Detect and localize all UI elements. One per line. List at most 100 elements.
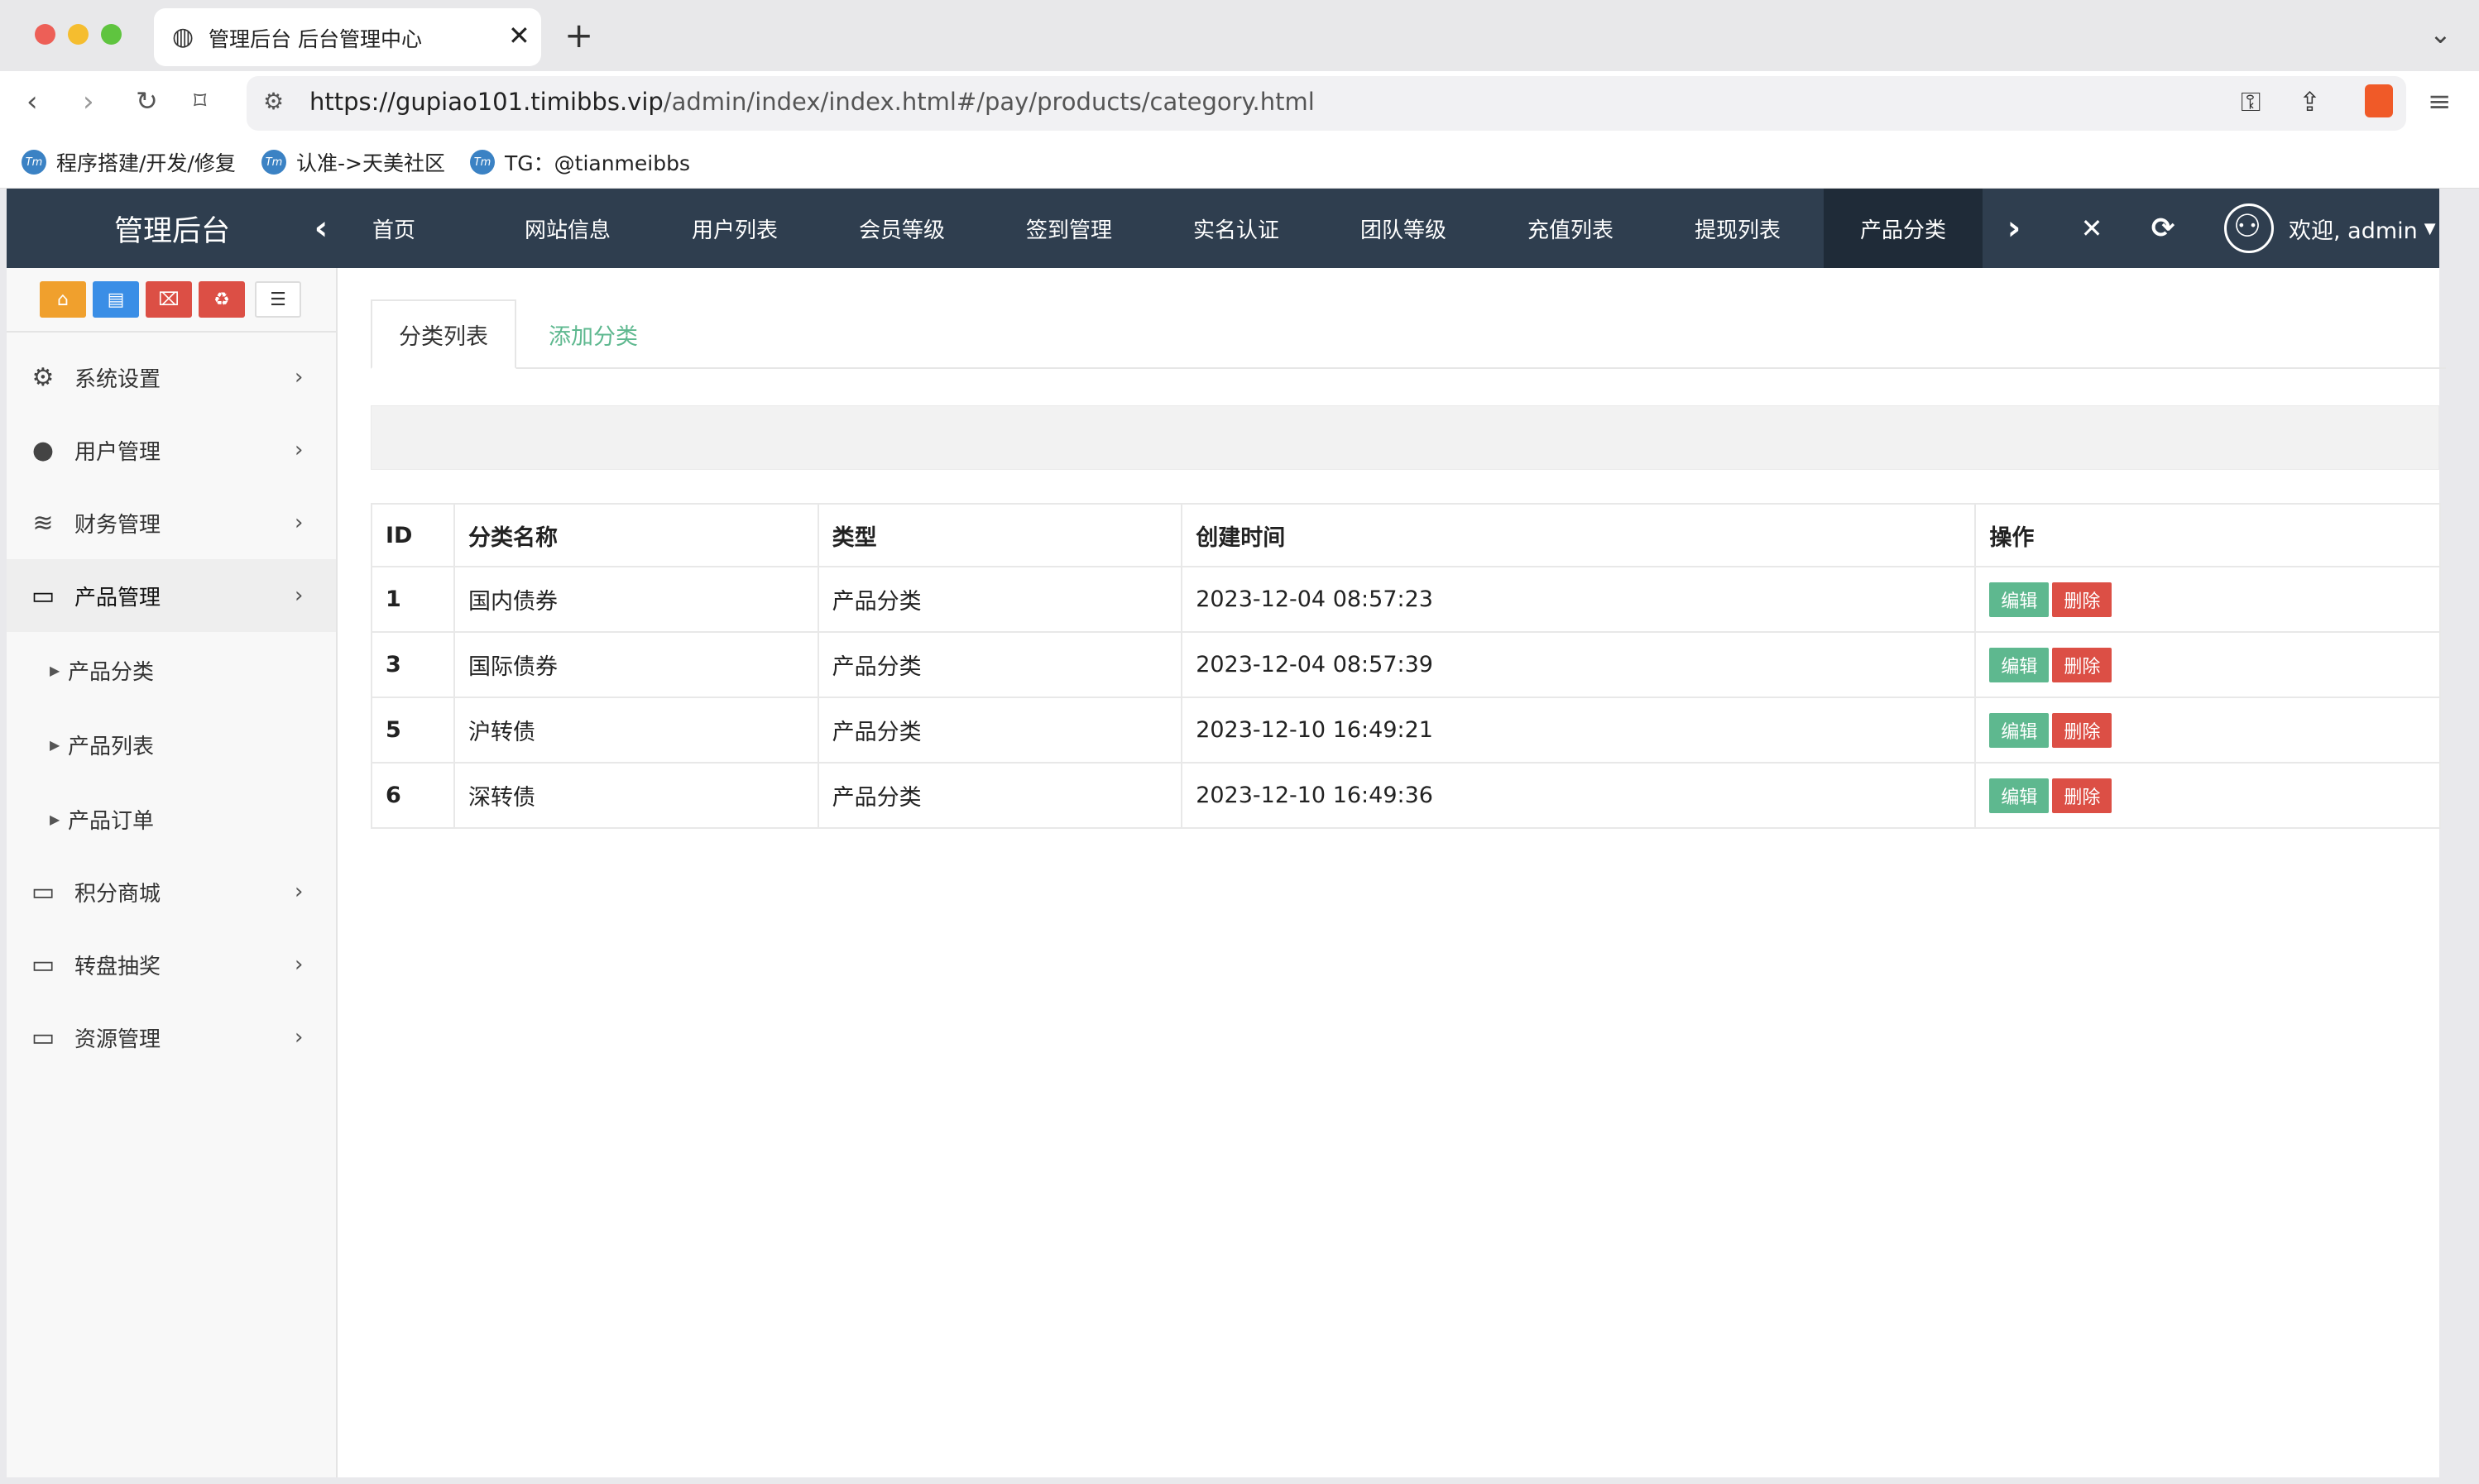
column-header-created[interactable]: 创建时间 (1181, 503, 1977, 567)
nav-item-member-level[interactable]: 会员等级 (859, 189, 945, 268)
delete-button[interactable]: 删除 (2052, 712, 2112, 748)
brave-shield-icon[interactable] (2365, 84, 2393, 117)
new-tab-icon[interactable]: + (564, 15, 593, 55)
delete-button[interactable]: 删除 (2052, 582, 2112, 617)
chevron-right-icon: › (295, 1025, 304, 1050)
nav-item-product-category[interactable]: 产品分类 (1824, 189, 1983, 268)
recycle-icon[interactable]: ♻ (199, 281, 245, 318)
share-icon[interactable]: ⇪ (2299, 86, 2321, 117)
back-icon[interactable]: ‹ (26, 88, 38, 116)
close-tab-icon[interactable]: ✕ (2069, 189, 2115, 268)
gears-icon: ⚙ (31, 362, 55, 392)
edit-button[interactable]: 编辑 (1989, 647, 2050, 682)
home-icon[interactable]: ⌂ (40, 281, 86, 318)
forward-icon[interactable]: › (83, 88, 94, 116)
bookmark-favicon-icon: Tm (470, 150, 495, 175)
url-text[interactable]: https://gupiao101.timibbs.vip/admin/inde… (309, 88, 1315, 116)
address-bar[interactable]: ⚙ https://gupiao101.timibbs.vip/admin/in… (247, 76, 2406, 131)
menu-icon[interactable]: ≡ (2428, 88, 2452, 116)
sidebar-item-system[interactable]: ⚙ 系统设置 › (7, 341, 336, 414)
tab-add-category[interactable]: 添加分类 (516, 299, 670, 369)
top-navigation: 管理后台 ‹ 首页 网站信息 用户列表 会员等级 签到管理 实名认证 团队等级 … (7, 189, 2439, 268)
monitor-icon: ▭ (31, 877, 55, 907)
avatar[interactable]: ⚇ (2224, 203, 2274, 253)
site-settings-icon[interactable]: ⚙ (263, 88, 284, 115)
edit-button[interactable]: 编辑 (1989, 712, 2050, 748)
cell-name: 沪转债 (453, 697, 819, 764)
bookmark-icon[interactable]: ⌑ (194, 89, 206, 114)
caret-right-icon: ▶ (50, 811, 60, 827)
sidebar-subitem-product-list[interactable]: ▶ 产品列表 (7, 708, 336, 781)
key-icon[interactable]: ⚿ (2241, 86, 2261, 118)
bookmark-favicon-icon: Tm (261, 150, 286, 175)
nav-item-withdraw-list[interactable]: 提现列表 (1695, 189, 1781, 268)
edit-button[interactable]: 编辑 (1989, 582, 2050, 617)
delete-button[interactable]: 删除 (2052, 778, 2112, 813)
nav-item-home[interactable]: 首页 (372, 189, 415, 268)
tab-title: 管理后台 后台管理中心 (209, 27, 422, 51)
cell-id: 5 (371, 697, 455, 764)
caret-right-icon: ▶ (50, 736, 60, 753)
cell-created: 2023-12-10 16:49:36 (1181, 762, 1977, 829)
file-icon[interactable]: ▤ (93, 281, 139, 318)
cell-id: 6 (371, 762, 455, 829)
sidebar-item-points-mall[interactable]: ▭ 积分商城 › (7, 855, 336, 928)
nav-item-team-level[interactable]: 团队等级 (1360, 189, 1446, 268)
sidebar-item-lottery[interactable]: ▭ 转盘抽奖 › (7, 928, 336, 1001)
chevron-right-icon: › (295, 438, 304, 462)
bookmark-item[interactable]: Tm TG：@tianmeibbs (470, 146, 690, 179)
bookmark-item[interactable]: Tm 认准->天美社区 (261, 146, 445, 179)
browser-tab[interactable]: ◍ 管理后台 后台管理中心 ✕ (154, 8, 541, 66)
reload-icon[interactable]: ↻ (136, 88, 158, 114)
nav-scroll-right-icon[interactable]: › (1989, 189, 2039, 268)
nav-item-site-info[interactable]: 网站信息 (525, 189, 611, 268)
nav-item-user-list[interactable]: 用户列表 (692, 189, 778, 268)
column-header-type[interactable]: 类型 (817, 503, 1183, 567)
column-header-actions: 操作 (1974, 503, 2441, 567)
sidebar-subitem-product-category[interactable]: ▶ 产品分类 (7, 634, 336, 706)
bookmark-item[interactable]: Tm 程序搭建/开发/修复 (22, 146, 236, 179)
sidebar-item-label: 产品管理 (74, 585, 161, 610)
browser-toolbar: ‹ › ↻ ⌑ ⚙ https://gupiao101.timibbs.vip/… (0, 71, 2479, 137)
cell-actions: 编辑 删除 (1974, 762, 2441, 829)
trash-icon[interactable]: ⌧ (146, 281, 192, 318)
table-header-row: ID 分类名称 类型 创建时间 操作 (371, 503, 2441, 567)
table-row: 6 深转债 产品分类 2023-12-10 16:49:36 编辑 删除 (371, 762, 2441, 829)
bookmark-label: 认准->天美社区 (296, 151, 445, 175)
nav-item-recharge-list[interactable]: 充值列表 (1527, 189, 1614, 268)
list-icon[interactable]: ☰ (255, 281, 301, 318)
minimize-window-button[interactable] (68, 24, 89, 45)
column-header-name[interactable]: 分类名称 (453, 503, 819, 567)
cell-name: 国内债券 (453, 566, 819, 633)
edit-button[interactable]: 编辑 (1989, 778, 2050, 813)
welcome-text: 欢迎, admin (2289, 218, 2418, 244)
content-tabs: 分类列表 添加分类 (371, 299, 2446, 369)
nav-item-checkin[interactable]: 签到管理 (1026, 189, 1112, 268)
close-window-button[interactable] (35, 24, 55, 45)
nav-scroll-left-icon[interactable]: ‹ (296, 189, 346, 268)
category-table: ID 分类名称 类型 创建时间 操作 1 国内债券 产品分类 2023-12-0… (371, 503, 2441, 829)
nav-item-verification[interactable]: 实名认证 (1193, 189, 1279, 268)
sidebar-subitem-label: 产品订单 (68, 808, 155, 834)
sidebar-item-label: 用户管理 (74, 439, 161, 465)
sidebar-item-finance[interactable]: ≋ 财务管理 › (7, 486, 336, 559)
zoom-window-button[interactable] (101, 24, 122, 45)
user-menu[interactable]: 欢迎, admin ▼ (2289, 189, 2436, 268)
sidebar-subitem-product-orders[interactable]: ▶ 产品订单 (7, 783, 336, 855)
divider (7, 331, 336, 333)
tab-category-list[interactable]: 分类列表 (371, 299, 516, 369)
close-tab-icon[interactable]: ✕ (508, 20, 530, 51)
share-nodes-icon: ⚇ (2233, 208, 2262, 244)
browser-tab-strip: ◍ 管理后台 后台管理中心 ✕ + ⌄ (0, 0, 2479, 71)
delete-button[interactable]: 删除 (2052, 647, 2112, 682)
tab-list-chevron-icon[interactable]: ⌄ (2429, 18, 2452, 50)
cell-type: 产品分类 (817, 697, 1183, 764)
column-header-id[interactable]: ID (371, 503, 455, 567)
sidebar-item-users[interactable]: ● 用户管理 › (7, 414, 336, 486)
sidebar-item-products[interactable]: ▭ 产品管理 › (7, 559, 336, 632)
refresh-icon[interactable]: ⟳ (2140, 189, 2186, 268)
chevron-right-icon: › (295, 879, 304, 904)
cell-actions: 编辑 删除 (1974, 631, 2441, 698)
sidebar-item-resources[interactable]: ▭ 资源管理 › (7, 1001, 336, 1074)
cell-type: 产品分类 (817, 631, 1183, 698)
